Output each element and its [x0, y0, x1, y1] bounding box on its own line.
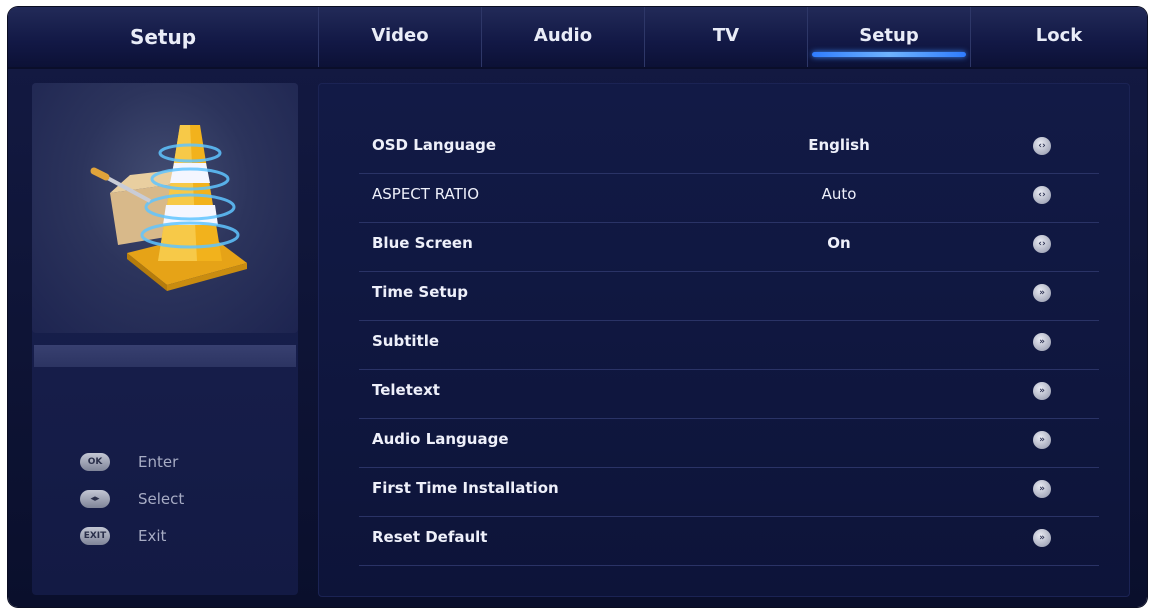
setting-teletext[interactable]: Teletext » — [359, 369, 1099, 419]
setting-subtitle[interactable]: Subtitle » — [359, 320, 1099, 370]
hint-label: Enter — [138, 453, 179, 471]
tab-label: Video — [371, 25, 429, 46]
tv-menu-window: Setup Video Audio TV Setup Lock OK Enter… — [8, 7, 1147, 607]
tab-tv[interactable]: TV — [644, 7, 807, 67]
tab-label: Audio — [533, 25, 593, 46]
traffic-cone-icon — [90, 125, 247, 291]
info-bar — [34, 345, 296, 367]
top-bar: Setup Video Audio TV Setup Lock — [8, 7, 1147, 69]
hint-enter: OK Enter — [80, 450, 178, 474]
setting-label: Blue Screen — [372, 234, 473, 252]
setting-label: Subtitle — [372, 332, 440, 350]
submenu-arrow-icon[interactable]: » — [1033, 480, 1051, 498]
settings-panel: OSD Language English ‹› ASPECT RATIO Aut… — [318, 83, 1130, 597]
ok-key-icon: OK — [80, 453, 110, 471]
setting-label: ASPECT RATIO — [372, 185, 480, 203]
left-right-arrows-icon[interactable]: ‹› — [1033, 186, 1051, 204]
setting-label: OSD Language — [372, 136, 497, 154]
tab-label: TV — [712, 25, 740, 46]
setting-audio-language[interactable]: Audio Language » — [359, 418, 1099, 468]
setting-aspect-ratio[interactable]: ASPECT RATIO Auto ‹› — [359, 173, 1099, 223]
setting-osd-language[interactable]: OSD Language English ‹› — [359, 124, 1099, 174]
menu-title: Setup — [129, 25, 197, 49]
exit-key-icon: EXIT — [80, 527, 110, 545]
setting-label: Time Setup — [372, 283, 468, 301]
setting-label: Teletext — [372, 381, 440, 399]
submenu-arrow-icon[interactable]: » — [1033, 284, 1051, 302]
tab-label: Lock — [1035, 25, 1083, 46]
tab-audio[interactable]: Audio — [481, 7, 644, 67]
setting-label: Reset Default — [372, 528, 488, 546]
left-right-arrows-icon[interactable]: ‹› — [1033, 235, 1051, 253]
submenu-arrow-icon[interactable]: » — [1033, 382, 1051, 400]
submenu-arrow-icon[interactable]: » — [1033, 333, 1051, 351]
setting-first-time-installation[interactable]: First Time Installation » — [359, 467, 1099, 517]
setting-reset-default[interactable]: Reset Default » — [359, 516, 1099, 566]
setting-label: First Time Installation — [372, 479, 559, 497]
navigation-key-icon: ◂▸ — [80, 490, 110, 508]
tab-setup[interactable]: Setup — [807, 7, 970, 67]
setup-illustration — [32, 83, 298, 333]
submenu-arrow-icon[interactable]: » — [1033, 431, 1051, 449]
setting-value: English — [808, 136, 870, 154]
hint-select: ◂▸ Select — [80, 487, 184, 511]
submenu-arrow-icon[interactable]: » — [1033, 529, 1051, 547]
hint-label: Select — [138, 490, 185, 508]
setting-value: On — [827, 234, 851, 252]
tab-label: Setup — [859, 25, 919, 46]
setting-blue-screen[interactable]: Blue Screen On ‹› — [359, 222, 1099, 272]
setting-label: Audio Language — [372, 430, 509, 448]
left-right-arrows-icon[interactable]: ‹› — [1033, 137, 1051, 155]
active-tab-indicator — [812, 52, 966, 57]
tab-lock[interactable]: Lock — [970, 7, 1147, 67]
hint-label: Exit — [138, 527, 167, 545]
tab-video[interactable]: Video — [318, 7, 481, 67]
setting-value: Auto — [821, 185, 857, 203]
hint-exit: EXIT Exit — [80, 524, 166, 548]
setting-time-setup[interactable]: Time Setup » — [359, 271, 1099, 321]
left-panel: OK Enter ◂▸ Select EXIT Exit — [32, 83, 298, 595]
